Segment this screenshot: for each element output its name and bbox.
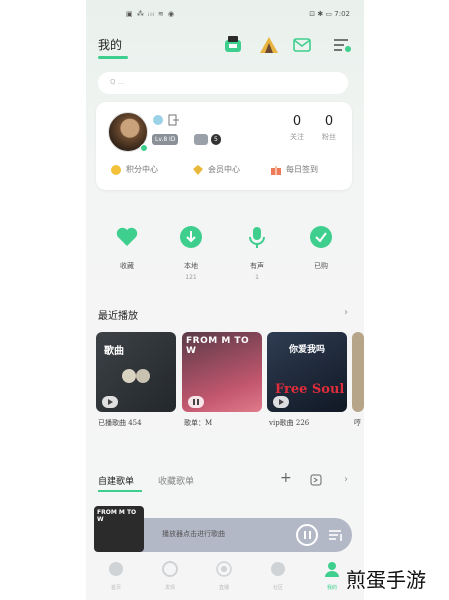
cover-text: FROM M TO W <box>186 336 250 356</box>
add-playlist-button[interactable]: + <box>280 470 292 486</box>
local-label: 本地 <box>184 262 198 270</box>
local-count: 121 <box>185 274 197 281</box>
daily-checkin-label: 每日签到 <box>286 165 318 174</box>
watermark-text: 煎蛋手游 <box>346 568 426 592</box>
tab-indicator <box>98 56 128 59</box>
cover-caption: vip歌曲 226 <box>269 419 310 427</box>
recent-title: 最近播放 <box>98 311 138 322</box>
playlist-icon[interactable] <box>328 527 344 543</box>
gift-icon <box>271 166 281 175</box>
play-button[interactable] <box>273 396 289 408</box>
playlist-tab-indicator <box>98 490 142 492</box>
favorites-label: 收藏 <box>120 262 134 270</box>
mini-cover-text: FROM M TO W <box>97 509 137 523</box>
cover-caption: 歌单：M <box>184 419 213 427</box>
pause-button[interactable] <box>296 524 318 546</box>
coin-icon <box>111 165 121 175</box>
logout-icon[interactable] <box>168 114 180 126</box>
member-center-link[interactable]: 会员中心 <box>192 164 240 176</box>
recent-cover[interactable]: 歌曲 <box>96 332 176 412</box>
faces-illustration <box>122 369 150 383</box>
points-center-link[interactable]: 积分中心 <box>110 164 158 176</box>
audio-count: 1 <box>255 274 259 281</box>
recent-cover[interactable]: FROM M TO W <box>182 332 262 412</box>
mini-player-title: 播放器点击进行歌曲 <box>162 530 225 538</box>
status-bar: ▣ ⁂ ᵢₗₗ ≋ ◉ ⊡ ✱ ▭ 7:02 <box>86 8 364 22</box>
mail-icon[interactable] <box>291 34 313 56</box>
nav-community-label: 社区 <box>272 585 283 591</box>
play-button[interactable] <box>102 396 118 408</box>
broadcast-icon <box>216 561 232 577</box>
cover-text: 你爱我吗 <box>289 345 326 355</box>
cover-caption: 哼 <box>354 419 361 427</box>
level-badge[interactable]: Lv.8 ID <box>152 134 179 145</box>
tab-created-playlists[interactable]: 自建歌单 <box>98 474 134 487</box>
cover-caption: 已播歌曲 454 <box>98 419 142 427</box>
camp-icon[interactable] <box>258 34 280 56</box>
nav-discover[interactable]: 发现 <box>150 560 190 591</box>
recent-cover[interactable] <box>352 332 364 412</box>
microphone-icon <box>249 227 265 248</box>
discover-icon <box>162 561 178 577</box>
menu-list-icon[interactable] <box>331 34 353 56</box>
tab-collected-playlists[interactable]: 收藏歌单 <box>158 474 194 487</box>
import-icon[interactable] <box>310 474 322 486</box>
audio-item[interactable]: 有声 1 <box>232 225 282 281</box>
local-item[interactable]: 本地 121 <box>166 225 216 281</box>
audio-label: 有声 <box>250 262 264 270</box>
diamond-icon <box>193 165 203 175</box>
mini-player-cover[interactable]: FROM M TO W <box>94 506 144 552</box>
download-icon <box>180 226 202 248</box>
nav-home-label: 首页 <box>110 585 121 591</box>
heart-icon <box>116 227 138 246</box>
cover-text-2: Free Soul <box>275 382 345 397</box>
screenshot-stage: ▣ ⁂ ᵢₗₗ ≋ ◉ ⊡ ✱ ▭ 7:02 我的 Q ... Lv.8 ID … <box>0 0 449 600</box>
check-circle-icon <box>310 226 332 248</box>
cover-text: 歌曲 <box>104 346 124 357</box>
cloud-icon <box>153 115 163 125</box>
vip-heart-badge[interactable] <box>194 134 208 145</box>
tab-mine[interactable]: 我的 <box>98 36 122 53</box>
search-input[interactable]: Q ... <box>98 72 348 94</box>
profile-card: Lv.8 ID 5 0 关注 0 粉丝 积分中心 会员中心 每日签到 <box>96 102 352 190</box>
favorites-item[interactable]: 收藏 <box>102 225 152 274</box>
community-icon <box>271 562 285 576</box>
following-count: 0 <box>292 114 302 129</box>
following-stat[interactable]: 0 关注 <box>282 114 312 142</box>
online-dot <box>140 144 148 152</box>
fans-stat[interactable]: 0 粉丝 <box>314 114 344 142</box>
pause-button[interactable] <box>188 396 204 408</box>
purchased-label: 已购 <box>314 262 328 270</box>
member-center-label: 会员中心 <box>208 165 240 174</box>
daily-checkin-link[interactable]: 每日签到 <box>270 164 318 176</box>
nav-live[interactable]: 直播 <box>204 560 244 591</box>
nav-community[interactable]: 社区 <box>258 560 298 591</box>
status-right: ⊡ ✱ ▭ 7:02 <box>309 10 350 18</box>
fans-label: 粉丝 <box>322 133 336 141</box>
points-center-label: 积分中心 <box>126 165 158 174</box>
phone-screen: ▣ ⁂ ᵢₗₗ ≋ ◉ ⊡ ✱ ▭ 7:02 我的 Q ... Lv.8 ID … <box>86 0 364 600</box>
fans-count: 0 <box>324 114 334 129</box>
home-icon <box>109 562 123 576</box>
stars-badge[interactable]: 5 <box>211 134 221 145</box>
game-icon[interactable] <box>222 34 244 56</box>
chevron-right-icon[interactable]: › <box>344 307 348 318</box>
nav-live-label: 直播 <box>218 585 229 591</box>
nav-discover-label: 发现 <box>164 585 175 591</box>
recent-cover[interactable]: 你爱我吗 Free Soul <box>267 332 347 412</box>
chevron-right-icon[interactable]: › <box>344 474 348 485</box>
status-left: ▣ ⁂ ᵢₗₗ ≋ ◉ <box>126 10 176 18</box>
purchased-item[interactable]: 已购 <box>296 225 346 274</box>
profile-icon <box>325 562 339 577</box>
nav-home[interactable]: 首页 <box>96 560 136 591</box>
following-label: 关注 <box>290 133 304 141</box>
